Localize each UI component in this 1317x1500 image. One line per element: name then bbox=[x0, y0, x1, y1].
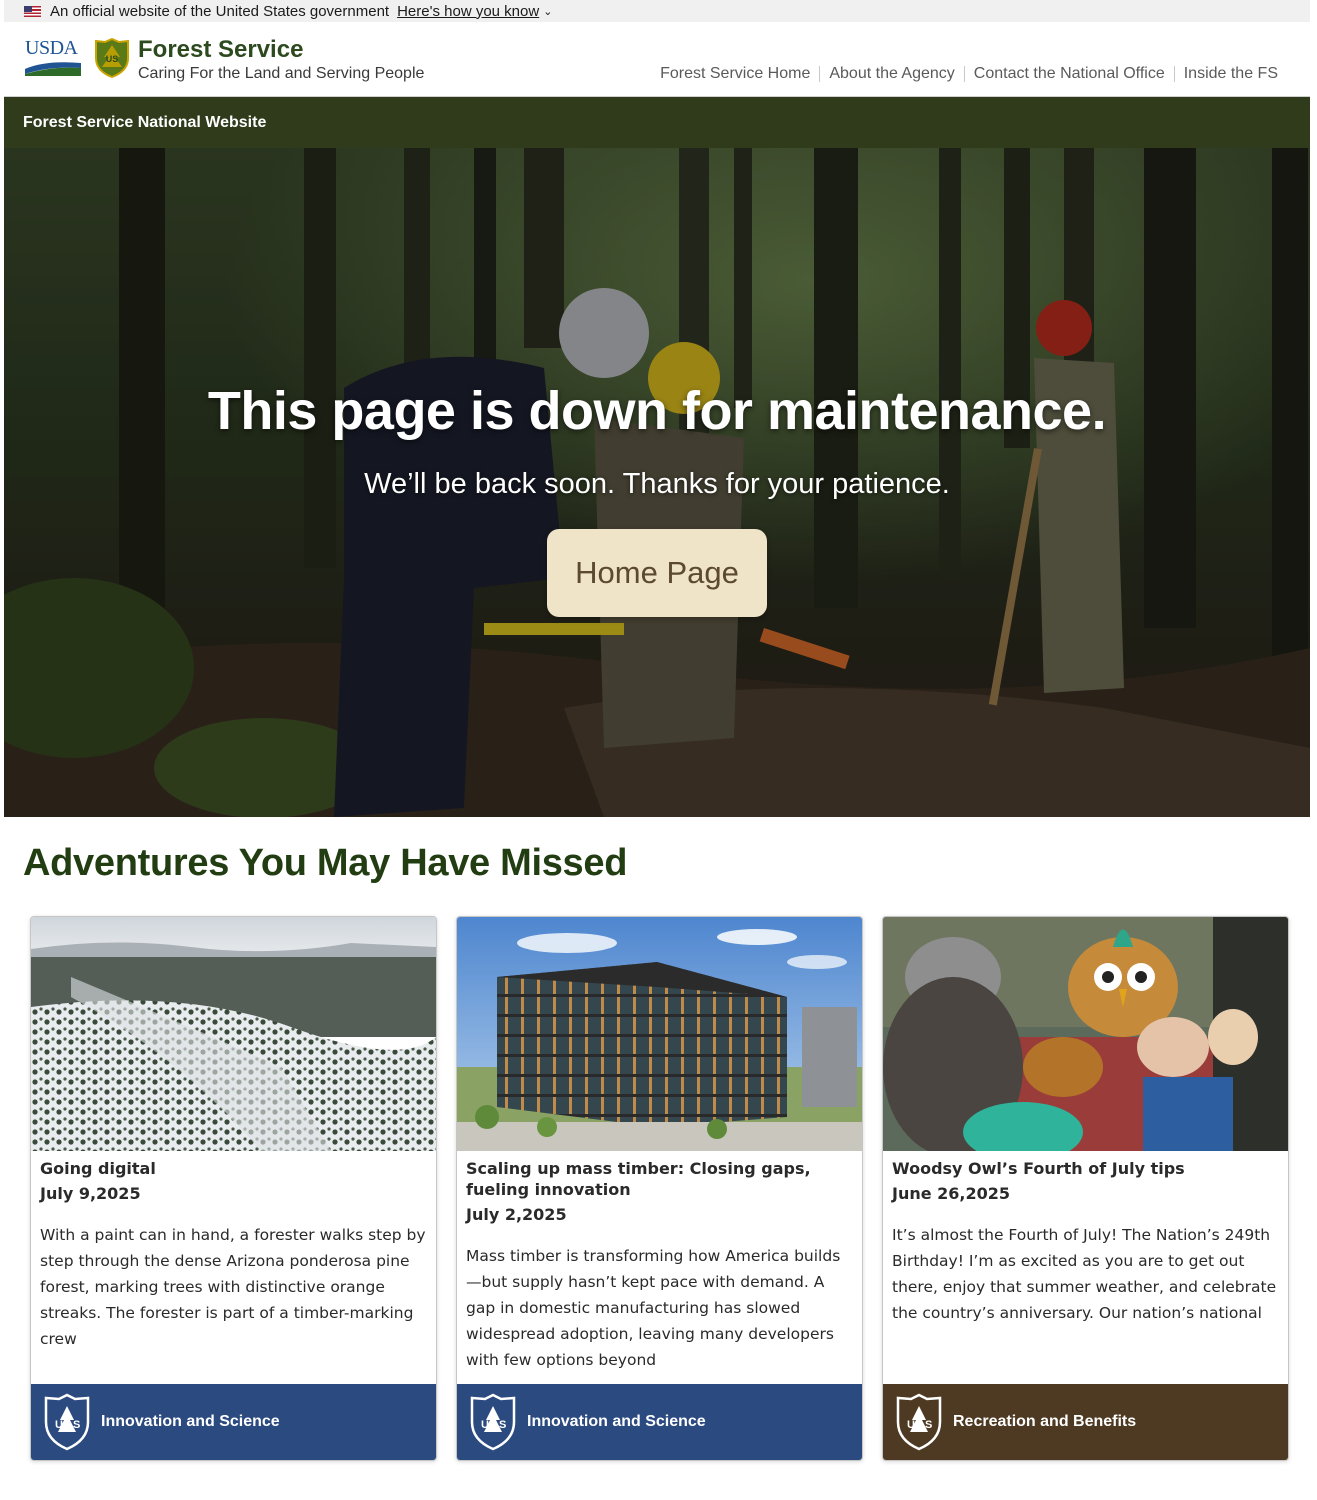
maintenance-heading: This page is down for maintenance. bbox=[207, 381, 1107, 441]
article-card[interactable]: Going digital July 9,2025 With a paint c… bbox=[30, 916, 437, 1461]
card-title[interactable]: Going digital bbox=[40, 1158, 426, 1179]
card-excerpt: Mass timber is transforming how America … bbox=[466, 1247, 841, 1369]
article-card[interactable]: Woodsy Owl’s Fourth of July tips June 26… bbox=[882, 916, 1289, 1461]
card-category-label: Innovation and Science bbox=[527, 1413, 706, 1430]
snowy-forest-image bbox=[31, 917, 436, 1151]
usda-logo-text: USDA bbox=[25, 37, 78, 59]
card-excerpt: It’s almost the Fourth of July! The Nati… bbox=[892, 1226, 1277, 1322]
site-title-link[interactable]: Forest Service National Website bbox=[23, 114, 266, 132]
shield-label: US bbox=[106, 54, 119, 64]
card-body: Going digital July 9,2025 With a paint c… bbox=[40, 1158, 426, 1352]
card-category-bar[interactable]: U S Innovation and Science bbox=[31, 1384, 436, 1460]
section-title: Adventures You May Have Missed bbox=[23, 842, 628, 884]
mass-timber-building-image bbox=[457, 917, 862, 1151]
brand[interactable]: Forest Service Caring For the Land and S… bbox=[138, 36, 424, 84]
home-page-button[interactable]: Home Page bbox=[547, 529, 767, 617]
usda-logo[interactable]: USDA bbox=[25, 38, 83, 78]
heres-how-you-know-link[interactable]: Here's how you know bbox=[397, 3, 539, 20]
article-card[interactable]: Scaling up mass timber: Closing gaps, fu… bbox=[456, 916, 863, 1461]
card-category-bar[interactable]: U S Recreation and Benefits bbox=[883, 1384, 1288, 1460]
nav-contact-national-office[interactable]: Contact the National Office bbox=[974, 65, 1165, 83]
nav-divider bbox=[819, 66, 821, 82]
svg-text:S: S bbox=[925, 1419, 932, 1431]
card-title[interactable]: Scaling up mass timber: Closing gaps, fu… bbox=[466, 1158, 852, 1200]
forest-service-badge-icon: U S bbox=[470, 1393, 516, 1451]
forest-service-shield-icon[interactable]: US bbox=[94, 38, 130, 78]
forest-service-badge-icon: U S bbox=[44, 1393, 90, 1451]
svg-text:U: U bbox=[481, 1419, 489, 1431]
card-body: Woodsy Owl’s Fourth of July tips June 26… bbox=[892, 1158, 1278, 1326]
gov-banner-text: An official website of the United States… bbox=[50, 2, 390, 20]
brand-name: Forest Service bbox=[138, 36, 304, 63]
card-date: July 9,2025 bbox=[40, 1184, 141, 1203]
card-date: July 2,2025 bbox=[466, 1205, 567, 1224]
nav-divider bbox=[1173, 66, 1175, 82]
nav-divider bbox=[963, 66, 965, 82]
top-nav: Forest Service Home About the Agency Con… bbox=[660, 65, 1278, 83]
gov-banner: An official website of the United States… bbox=[4, 0, 1310, 22]
card-excerpt: With a paint can in hand, a forester wal… bbox=[40, 1226, 426, 1348]
site-header: USDA US Forest Service Caring For the La… bbox=[4, 22, 1310, 97]
nav-about-the-agency[interactable]: About the Agency bbox=[829, 65, 954, 83]
nav-forest-service-home[interactable]: Forest Service Home bbox=[660, 65, 810, 83]
hero-banner: This page is down for maintenance. We’ll… bbox=[4, 148, 1310, 817]
card-image-snowy-forest[interactable] bbox=[31, 917, 436, 1151]
forest-service-badge-icon: U S bbox=[896, 1393, 942, 1451]
svg-text:S: S bbox=[73, 1419, 80, 1431]
brand-tagline: Caring For the Land and Serving People bbox=[138, 65, 425, 82]
card-image-woodsy-owl[interactable] bbox=[883, 917, 1288, 1151]
card-category-bar[interactable]: U S Innovation and Science bbox=[457, 1384, 862, 1460]
chevron-down-icon[interactable]: ⌄ bbox=[543, 5, 552, 18]
card-category-label: Recreation and Benefits bbox=[953, 1413, 1137, 1430]
svg-text:U: U bbox=[907, 1419, 915, 1431]
woodsy-owl-event-image bbox=[883, 917, 1288, 1151]
card-category-label: Innovation and Science bbox=[101, 1413, 280, 1430]
svg-text:S: S bbox=[499, 1419, 506, 1431]
maintenance-subtitle: We’ll be back soon. Thanks for your pati… bbox=[364, 468, 950, 500]
card-title[interactable]: Woodsy Owl’s Fourth of July tips bbox=[892, 1158, 1278, 1179]
site-title-bar: Forest Service National Website bbox=[4, 97, 1310, 148]
card-image-mass-timber-building[interactable] bbox=[457, 917, 862, 1151]
us-flag-icon bbox=[24, 5, 41, 17]
card-body: Scaling up mass timber: Closing gaps, fu… bbox=[466, 1158, 852, 1373]
svg-text:U: U bbox=[55, 1419, 63, 1431]
card-date: June 26,2025 bbox=[892, 1184, 1011, 1203]
usda-swoosh-icon bbox=[25, 62, 81, 76]
nav-inside-the-fs[interactable]: Inside the FS bbox=[1184, 65, 1278, 83]
